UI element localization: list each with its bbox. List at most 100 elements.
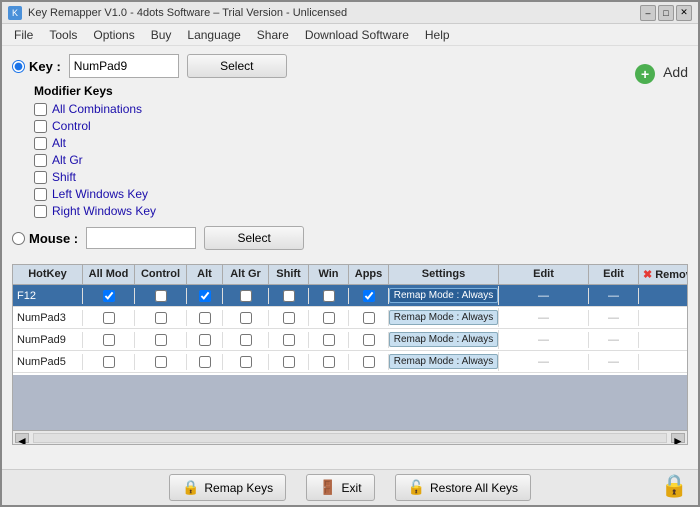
checkbox-left-win-label[interactable]: Left Windows Key <box>52 187 148 201</box>
checkbox-all-combinations-label[interactable]: All Combinations <box>52 102 142 116</box>
th-altgr: Alt Gr <box>223 265 269 284</box>
checkbox-all-combinations-input[interactable] <box>34 103 47 116</box>
checkbox-control-label[interactable]: Control <box>52 119 91 133</box>
mouse-select-button[interactable]: Select <box>204 226 304 250</box>
cb-shift-2[interactable] <box>283 312 295 324</box>
mouse-label-text: Mouse : <box>29 231 78 246</box>
checkbox-alt-gr-input[interactable] <box>34 154 47 167</box>
td-settings: Remap Mode : Always <box>389 330 499 349</box>
menu-item-download-software[interactable]: Download Software <box>297 26 417 44</box>
checkbox-right-win-label[interactable]: Right Windows Key <box>52 204 156 218</box>
add-label[interactable]: Add <box>663 64 688 80</box>
cb-allmod-4[interactable] <box>103 356 115 368</box>
cb-altgr-4[interactable] <box>240 356 252 368</box>
cb-control-1[interactable] <box>155 290 167 302</box>
checkbox-alt-input[interactable] <box>34 137 47 150</box>
mouse-radio-label[interactable]: Mouse : <box>12 231 78 246</box>
cb-apps-4[interactable] <box>363 356 375 368</box>
checkbox-alt-label[interactable]: Alt <box>52 136 66 150</box>
key-radio[interactable] <box>12 60 25 73</box>
cb-shift-3[interactable] <box>283 334 295 346</box>
key-radio-label[interactable]: Key : <box>12 59 61 74</box>
cb-win-1[interactable] <box>323 290 335 302</box>
td-shift <box>269 354 309 370</box>
cb-shift-4[interactable] <box>283 356 295 368</box>
cb-allmod-1[interactable] <box>103 290 115 302</box>
cb-control-3[interactable] <box>155 334 167 346</box>
checkbox-right-win-input[interactable] <box>34 205 47 218</box>
bottom-bar: 🔒 Remap Keys 🚪 Exit 🔓 Restore All Keys 🔒 <box>2 469 698 505</box>
table-row[interactable]: NumPad9 Remap Mode : Always — — <box>13 329 687 351</box>
menu-item-language[interactable]: Language <box>179 26 248 44</box>
cb-alt-2[interactable] <box>199 312 211 324</box>
cb-apps-2[interactable] <box>363 312 375 324</box>
cb-apps-1[interactable] <box>363 290 375 302</box>
td-win <box>309 310 349 326</box>
table-row[interactable]: F12 Remap Mode : Always — — <box>13 285 687 307</box>
td-shift <box>269 310 309 326</box>
cb-shift-1[interactable] <box>283 290 295 302</box>
td-settings: Remap Mode : Always <box>389 352 499 371</box>
cb-allmod-3[interactable] <box>103 334 115 346</box>
scroll-left-arrow[interactable]: ◄ <box>15 433 29 443</box>
mouse-radio[interactable] <box>12 232 25 245</box>
maximize-button[interactable]: □ <box>658 5 674 21</box>
cb-win-4[interactable] <box>323 356 335 368</box>
checkbox-control-input[interactable] <box>34 120 47 133</box>
cb-altgr-2[interactable] <box>240 312 252 324</box>
menu-item-options[interactable]: Options <box>85 26 142 44</box>
cb-altgr-3[interactable] <box>240 334 252 346</box>
cb-win-3[interactable] <box>323 334 335 346</box>
remap-keys-button[interactable]: 🔒 Remap Keys <box>169 474 286 501</box>
minimize-button[interactable]: – <box>640 5 656 21</box>
mouse-input[interactable] <box>86 227 196 249</box>
h-scrollbar[interactable]: ◄ ► <box>13 430 687 444</box>
key-input[interactable] <box>69 54 179 78</box>
checkbox-shift-input[interactable] <box>34 171 47 184</box>
td-edit1: — <box>499 310 589 326</box>
cb-altgr-1[interactable] <box>240 290 252 302</box>
td-allmod <box>83 310 135 326</box>
menu-item-tools[interactable]: Tools <box>41 26 85 44</box>
th-alt: Alt <box>187 265 223 284</box>
close-button[interactable]: ✕ <box>676 5 692 21</box>
checkbox-all-combinations: All Combinations <box>34 102 615 116</box>
cb-alt-3[interactable] <box>199 334 211 346</box>
td-altgr <box>223 332 269 348</box>
checkbox-alt-gr-label[interactable]: Alt Gr <box>52 153 83 167</box>
checkbox-left-win-input[interactable] <box>34 188 47 201</box>
cb-alt-1[interactable] <box>199 290 211 302</box>
th-remove: ✖ Remove <box>639 265 688 284</box>
menu-item-buy[interactable]: Buy <box>143 26 180 44</box>
cb-control-4[interactable] <box>155 356 167 368</box>
exit-button[interactable]: 🚪 Exit <box>306 474 374 501</box>
td-alt <box>187 354 223 370</box>
scroll-right-arrow[interactable]: ► <box>671 433 685 443</box>
td-remove <box>639 316 687 320</box>
cb-control-2[interactable] <box>155 312 167 324</box>
td-edit1: — <box>499 288 589 304</box>
table-footer-space <box>13 375 687 430</box>
menu-item-help[interactable]: Help <box>417 26 458 44</box>
th-allmod: All Mod <box>83 265 135 284</box>
table-row[interactable]: NumPad5 Remap Mode : Always — — <box>13 351 687 373</box>
key-select-button[interactable]: Select <box>187 54 287 78</box>
remap-badge: Remap Mode : Always <box>389 354 499 369</box>
cb-allmod-2[interactable] <box>103 312 115 324</box>
cb-alt-4[interactable] <box>199 356 211 368</box>
td-altgr <box>223 310 269 326</box>
menu-item-share[interactable]: Share <box>249 26 297 44</box>
checkbox-shift-label[interactable]: Shift <box>52 170 76 184</box>
restore-all-keys-button[interactable]: 🔓 Restore All Keys <box>395 474 531 501</box>
td-apps <box>349 310 389 326</box>
td-win <box>309 354 349 370</box>
table-row[interactable]: NumPad3 Remap Mode : Always — — <box>13 307 687 329</box>
cb-apps-3[interactable] <box>363 334 375 346</box>
remap-icon: 🔒 <box>182 479 199 496</box>
scroll-track[interactable] <box>33 433 667 443</box>
menu-item-file[interactable]: File <box>6 26 41 44</box>
cb-win-2[interactable] <box>323 312 335 324</box>
td-settings: Remap Mode : Always <box>389 308 499 327</box>
modifier-section: Modifier Keys All Combinations Control A… <box>34 84 615 218</box>
td-shift <box>269 288 309 304</box>
